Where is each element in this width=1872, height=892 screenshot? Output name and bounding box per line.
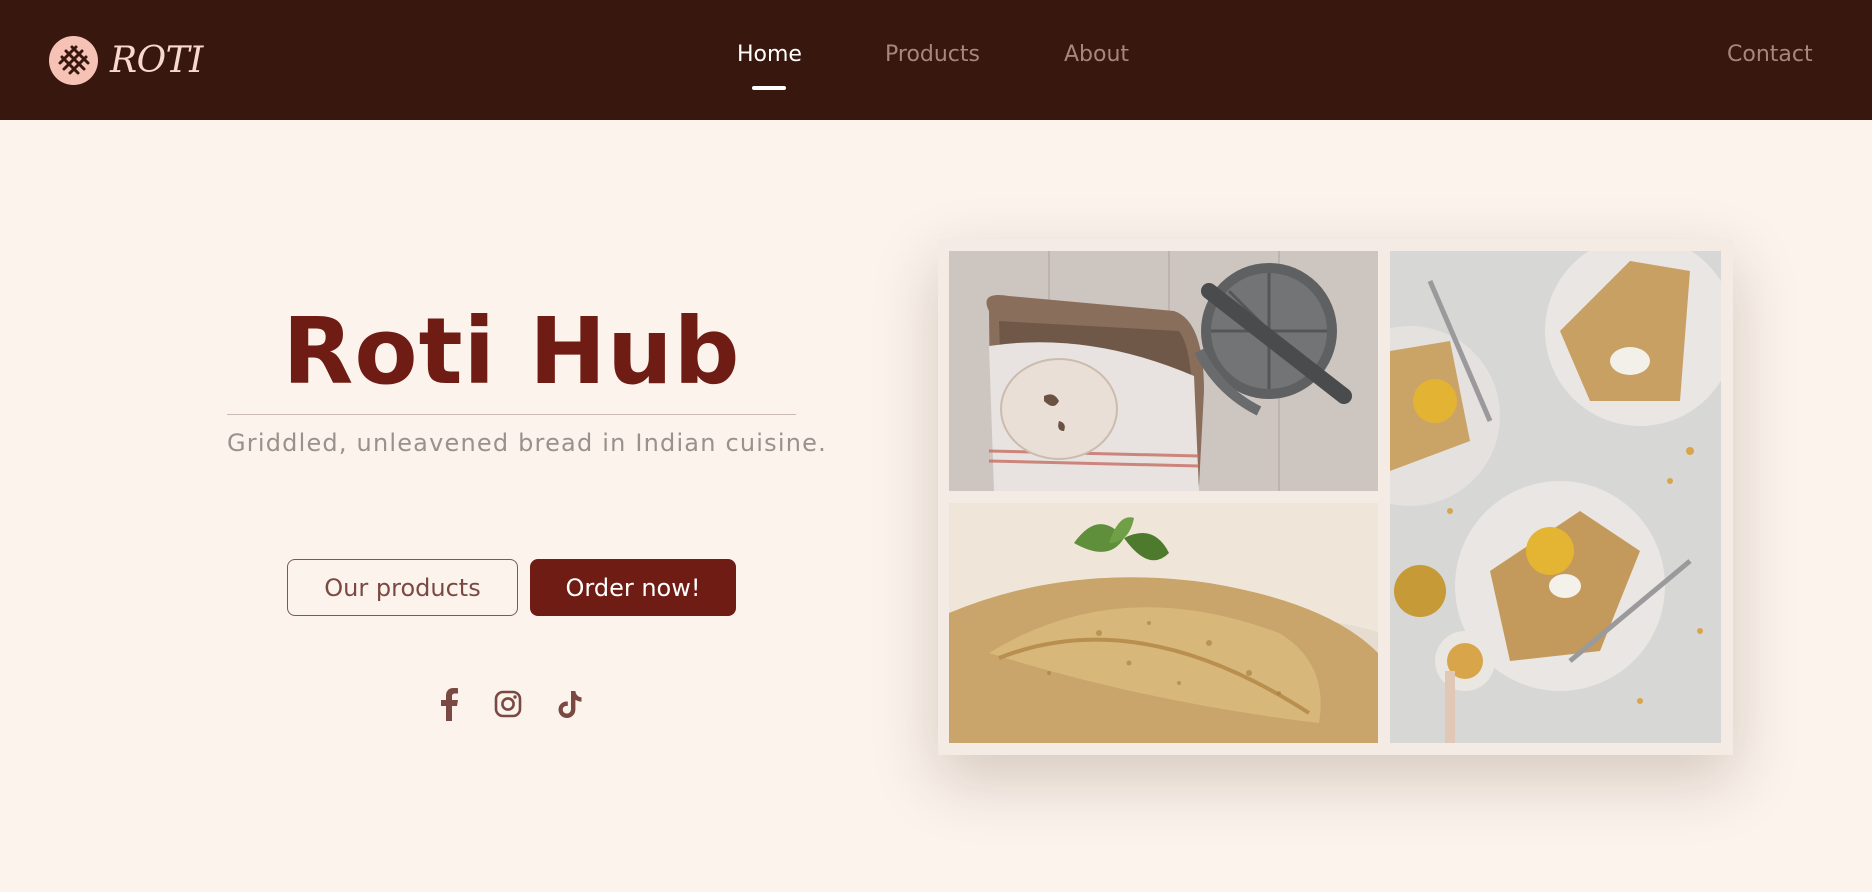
crepe-mint-photo xyxy=(949,503,1378,743)
roti-press-photo xyxy=(949,251,1378,491)
nav-contact[interactable]: Contact xyxy=(1727,42,1813,67)
brand-name: ROTI xyxy=(110,40,203,81)
brand-logo[interactable]: ROTI xyxy=(49,36,203,85)
hero-subtitle: Griddled, unleavened bread in Indian cui… xyxy=(227,429,827,457)
nav-about[interactable]: About xyxy=(1064,42,1129,67)
crepes-plates-photo xyxy=(1390,251,1721,743)
hero-title: Roti Hub xyxy=(282,298,741,405)
navbar: ROTI Home Products About Contact xyxy=(0,0,1872,120)
photo-gallery xyxy=(938,239,1733,755)
facebook-icon[interactable] xyxy=(429,684,469,724)
nav-products[interactable]: Products xyxy=(885,42,980,67)
lattice-logo-icon xyxy=(49,36,98,85)
title-divider xyxy=(227,414,796,415)
order-now-button[interactable]: Order now! xyxy=(530,559,736,616)
our-products-button[interactable]: Our products xyxy=(287,559,518,616)
instagram-icon[interactable] xyxy=(488,684,528,724)
nav-active-indicator xyxy=(752,86,786,90)
tiktok-icon[interactable] xyxy=(550,684,590,724)
nav-home[interactable]: Home xyxy=(737,42,802,67)
